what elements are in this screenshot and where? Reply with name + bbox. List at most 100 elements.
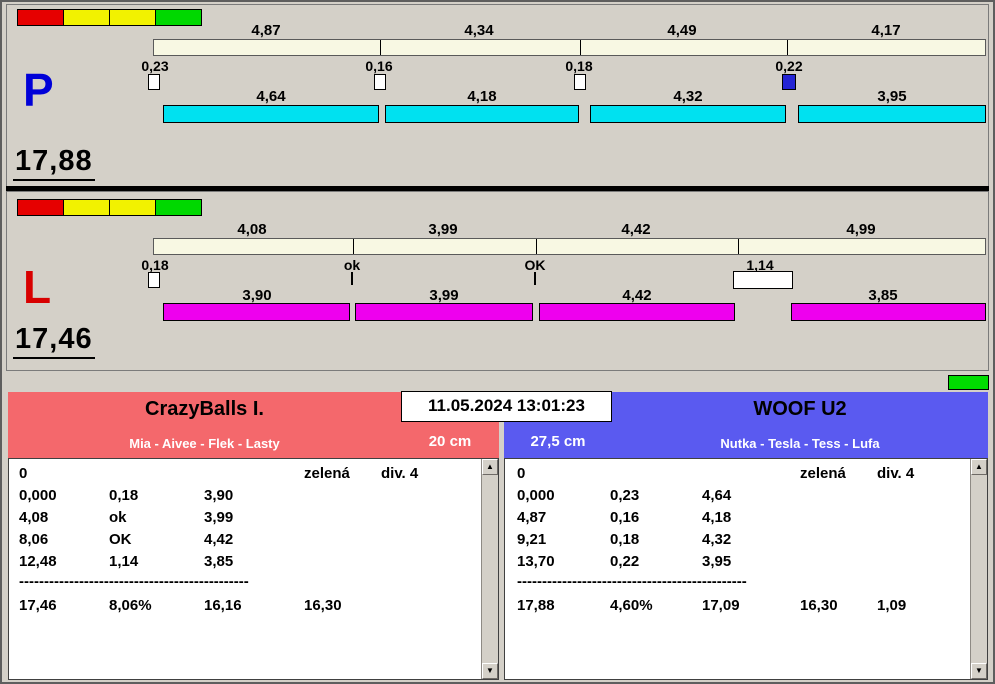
cell-net-time: 16,16 [204, 597, 242, 614]
segment-divider [380, 40, 381, 55]
cross-time-label: OK [524, 257, 546, 273]
light-yellow1-icon [63, 9, 110, 26]
light-red-icon [17, 9, 64, 26]
light-yellow2-icon [109, 199, 156, 216]
cell-cross: 1,14 [109, 553, 139, 570]
cell-dog-time: 4,32 [702, 531, 732, 548]
cell-cross: 0,16 [610, 509, 640, 526]
cross-time-label: ok [343, 257, 361, 273]
dog-time-bar [539, 303, 735, 321]
team-name: WOOF U2 [753, 398, 847, 420]
separator-dashes: ----------------------------------------… [517, 573, 747, 590]
cell-cross: ok [109, 509, 127, 526]
light-green-icon [155, 9, 202, 26]
team-name: CrazyBalls I. [145, 398, 264, 420]
light-yellow2-icon [109, 9, 156, 26]
scroll-down-button[interactable]: ▼ [482, 663, 498, 679]
split-time-label: 4,42 [621, 221, 651, 238]
cell-dog-time: 4,42 [204, 531, 234, 548]
split-time-label: 4,99 [846, 221, 876, 238]
cell-total: 17,46 [19, 597, 57, 614]
cell-dog-time: 4,18 [702, 509, 732, 526]
dog-time-bar [163, 303, 350, 321]
cross-tick [351, 272, 353, 285]
light-green-icon [155, 199, 202, 216]
cell-cumulative: 4,87 [517, 509, 547, 526]
lane-letter-l: L [23, 261, 52, 313]
segment-divider [353, 239, 354, 254]
jump-height: 27,5 cm [530, 433, 586, 450]
dog-time-label: 3,85 [868, 287, 898, 304]
scroll-up-button[interactable]: ▲ [971, 459, 987, 475]
cross-indicator-active [782, 74, 796, 90]
light-red-icon [17, 199, 64, 216]
cross-time-label: 0,18 [565, 58, 593, 74]
cell-cross: 0,23 [610, 487, 640, 504]
split-bar-p [153, 39, 986, 56]
datetime-display: 11.05.2024 13:01:23 [401, 391, 612, 422]
scrollbar[interactable]: ▲ ▼ [481, 459, 498, 679]
split-bar-l [153, 238, 986, 255]
segment-divider [580, 40, 581, 55]
start-lights-l [17, 199, 202, 216]
cell-percent: 4,60% [610, 597, 653, 614]
dog-time-bar [355, 303, 533, 321]
cross-time-label: 0,22 [775, 58, 803, 74]
split-time-label: 4,08 [237, 221, 267, 238]
cell-record: 16,30 [304, 597, 342, 614]
segment-divider [738, 239, 739, 254]
cell-cumulative: 12,48 [19, 553, 57, 570]
team-lineup: Mia - Aivee - Flek - Lasty [129, 436, 280, 451]
start-lights-p [17, 9, 202, 26]
dog-time-label: 4,18 [467, 88, 497, 105]
cell-start: 0 [19, 465, 28, 482]
cell-dog-time: 3,90 [204, 487, 234, 504]
cell-cumulative: 13,70 [517, 553, 555, 570]
cross-indicator [148, 272, 160, 288]
scroll-up-icon: ▲ [486, 462, 494, 471]
cell-dog-time: 3,85 [204, 553, 234, 570]
cross-indicator-box [733, 271, 793, 289]
cell-total: 17,88 [517, 597, 555, 614]
scroll-up-button[interactable]: ▲ [482, 459, 498, 475]
cell-division: div. 4 [381, 465, 419, 482]
cross-time-label: 0,16 [365, 58, 393, 74]
cross-time-label: 0,18 [141, 257, 169, 273]
cell-cross: OK [109, 531, 132, 548]
lane-total-time-l: 17,46 [13, 323, 95, 359]
cell-dog-time: 4,64 [702, 487, 732, 504]
cell-cumulative: 9,21 [517, 531, 547, 548]
cross-tick [534, 272, 536, 285]
split-time-label: 4,17 [871, 22, 901, 39]
dog-time-label: 4,32 [673, 88, 703, 105]
cell-cumulative: 4,08 [19, 509, 49, 526]
cross-indicator [374, 74, 386, 90]
green-status-marker [948, 375, 989, 390]
cell-cumulative: 0,000 [19, 487, 57, 504]
cell-start: 0 [517, 465, 526, 482]
scroll-up-icon: ▲ [975, 462, 983, 471]
segment-divider [787, 40, 788, 55]
dog-time-bar [798, 105, 986, 123]
dog-time-bar [791, 303, 986, 321]
split-time-label: 3,99 [428, 221, 458, 238]
dog-time-label: 3,99 [429, 287, 459, 304]
cell-net-time: 17,09 [702, 597, 740, 614]
dog-time-bar [163, 105, 379, 123]
dog-time-bar [385, 105, 579, 123]
split-time-label: 4,49 [667, 22, 697, 39]
scrollbar[interactable]: ▲ ▼ [970, 459, 987, 679]
lane-letter-p: P [23, 64, 54, 116]
dog-time-label: 3,90 [242, 287, 272, 304]
dog-time-label: 4,42 [622, 287, 652, 304]
dog-time-bar [590, 105, 786, 123]
cell-cross: 0,18 [109, 487, 139, 504]
split-time-label: 4,34 [464, 22, 494, 39]
cell-color: zelená [800, 465, 846, 482]
lane-total-time-p: 17,88 [13, 145, 95, 181]
dog-time-label: 4,64 [256, 88, 286, 105]
jump-height: 20 cm [428, 433, 472, 450]
scroll-down-button[interactable]: ▼ [971, 663, 987, 679]
separator-dashes: ----------------------------------------… [19, 573, 249, 590]
split-time-label: 4,87 [251, 22, 281, 39]
